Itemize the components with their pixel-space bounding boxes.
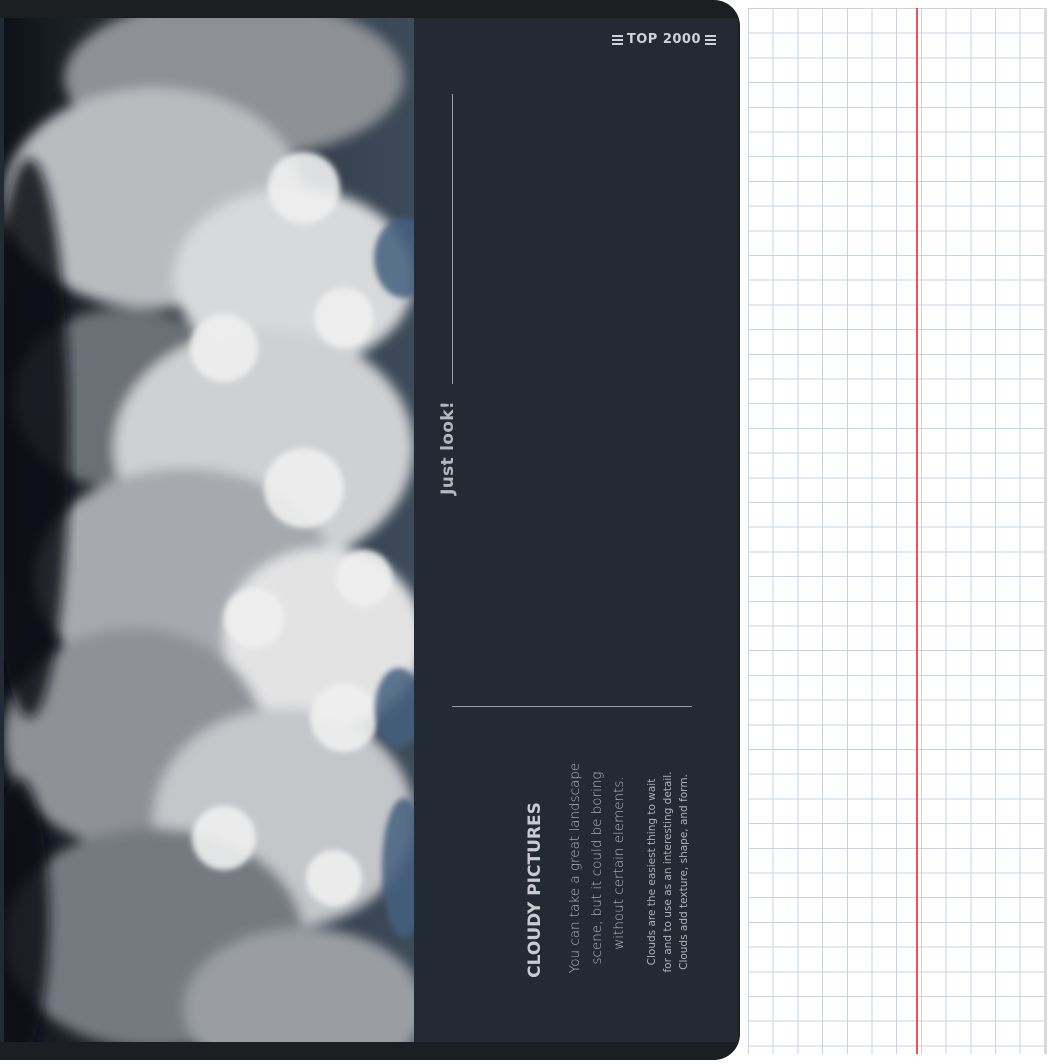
paragraph-line: You can take a great landscape <box>567 762 583 974</box>
paragraph-line: without certain elements. <box>611 776 627 950</box>
notebook-cover: TOP 2000 Just look! CLOUDY PICTURES You … <box>0 0 740 1060</box>
vertical-divider <box>452 94 453 384</box>
cover-title: CLOUDY PICTURES <box>525 802 545 978</box>
note-line: Clouds add texture, shape, and form. <box>678 774 690 970</box>
note-line: for and to use as an interesting detail. <box>662 771 674 973</box>
margin-line <box>916 8 918 1054</box>
logo-text: TOP 2000 <box>626 32 701 47</box>
grid-paper-page <box>748 8 1047 1054</box>
brand-logo: TOP 2000 <box>611 32 716 47</box>
clouds-illustration <box>4 18 414 1042</box>
logo-bars-icon <box>611 34 623 45</box>
note-line: Clouds are the easiest thing to wait <box>646 778 658 966</box>
logo-bars-icon <box>705 34 716 45</box>
clouds-photo <box>4 18 414 1042</box>
horizontal-divider <box>452 706 692 707</box>
tagline: Just look! <box>438 401 458 495</box>
paragraph-line: scene, but it could be boring <box>589 771 605 965</box>
